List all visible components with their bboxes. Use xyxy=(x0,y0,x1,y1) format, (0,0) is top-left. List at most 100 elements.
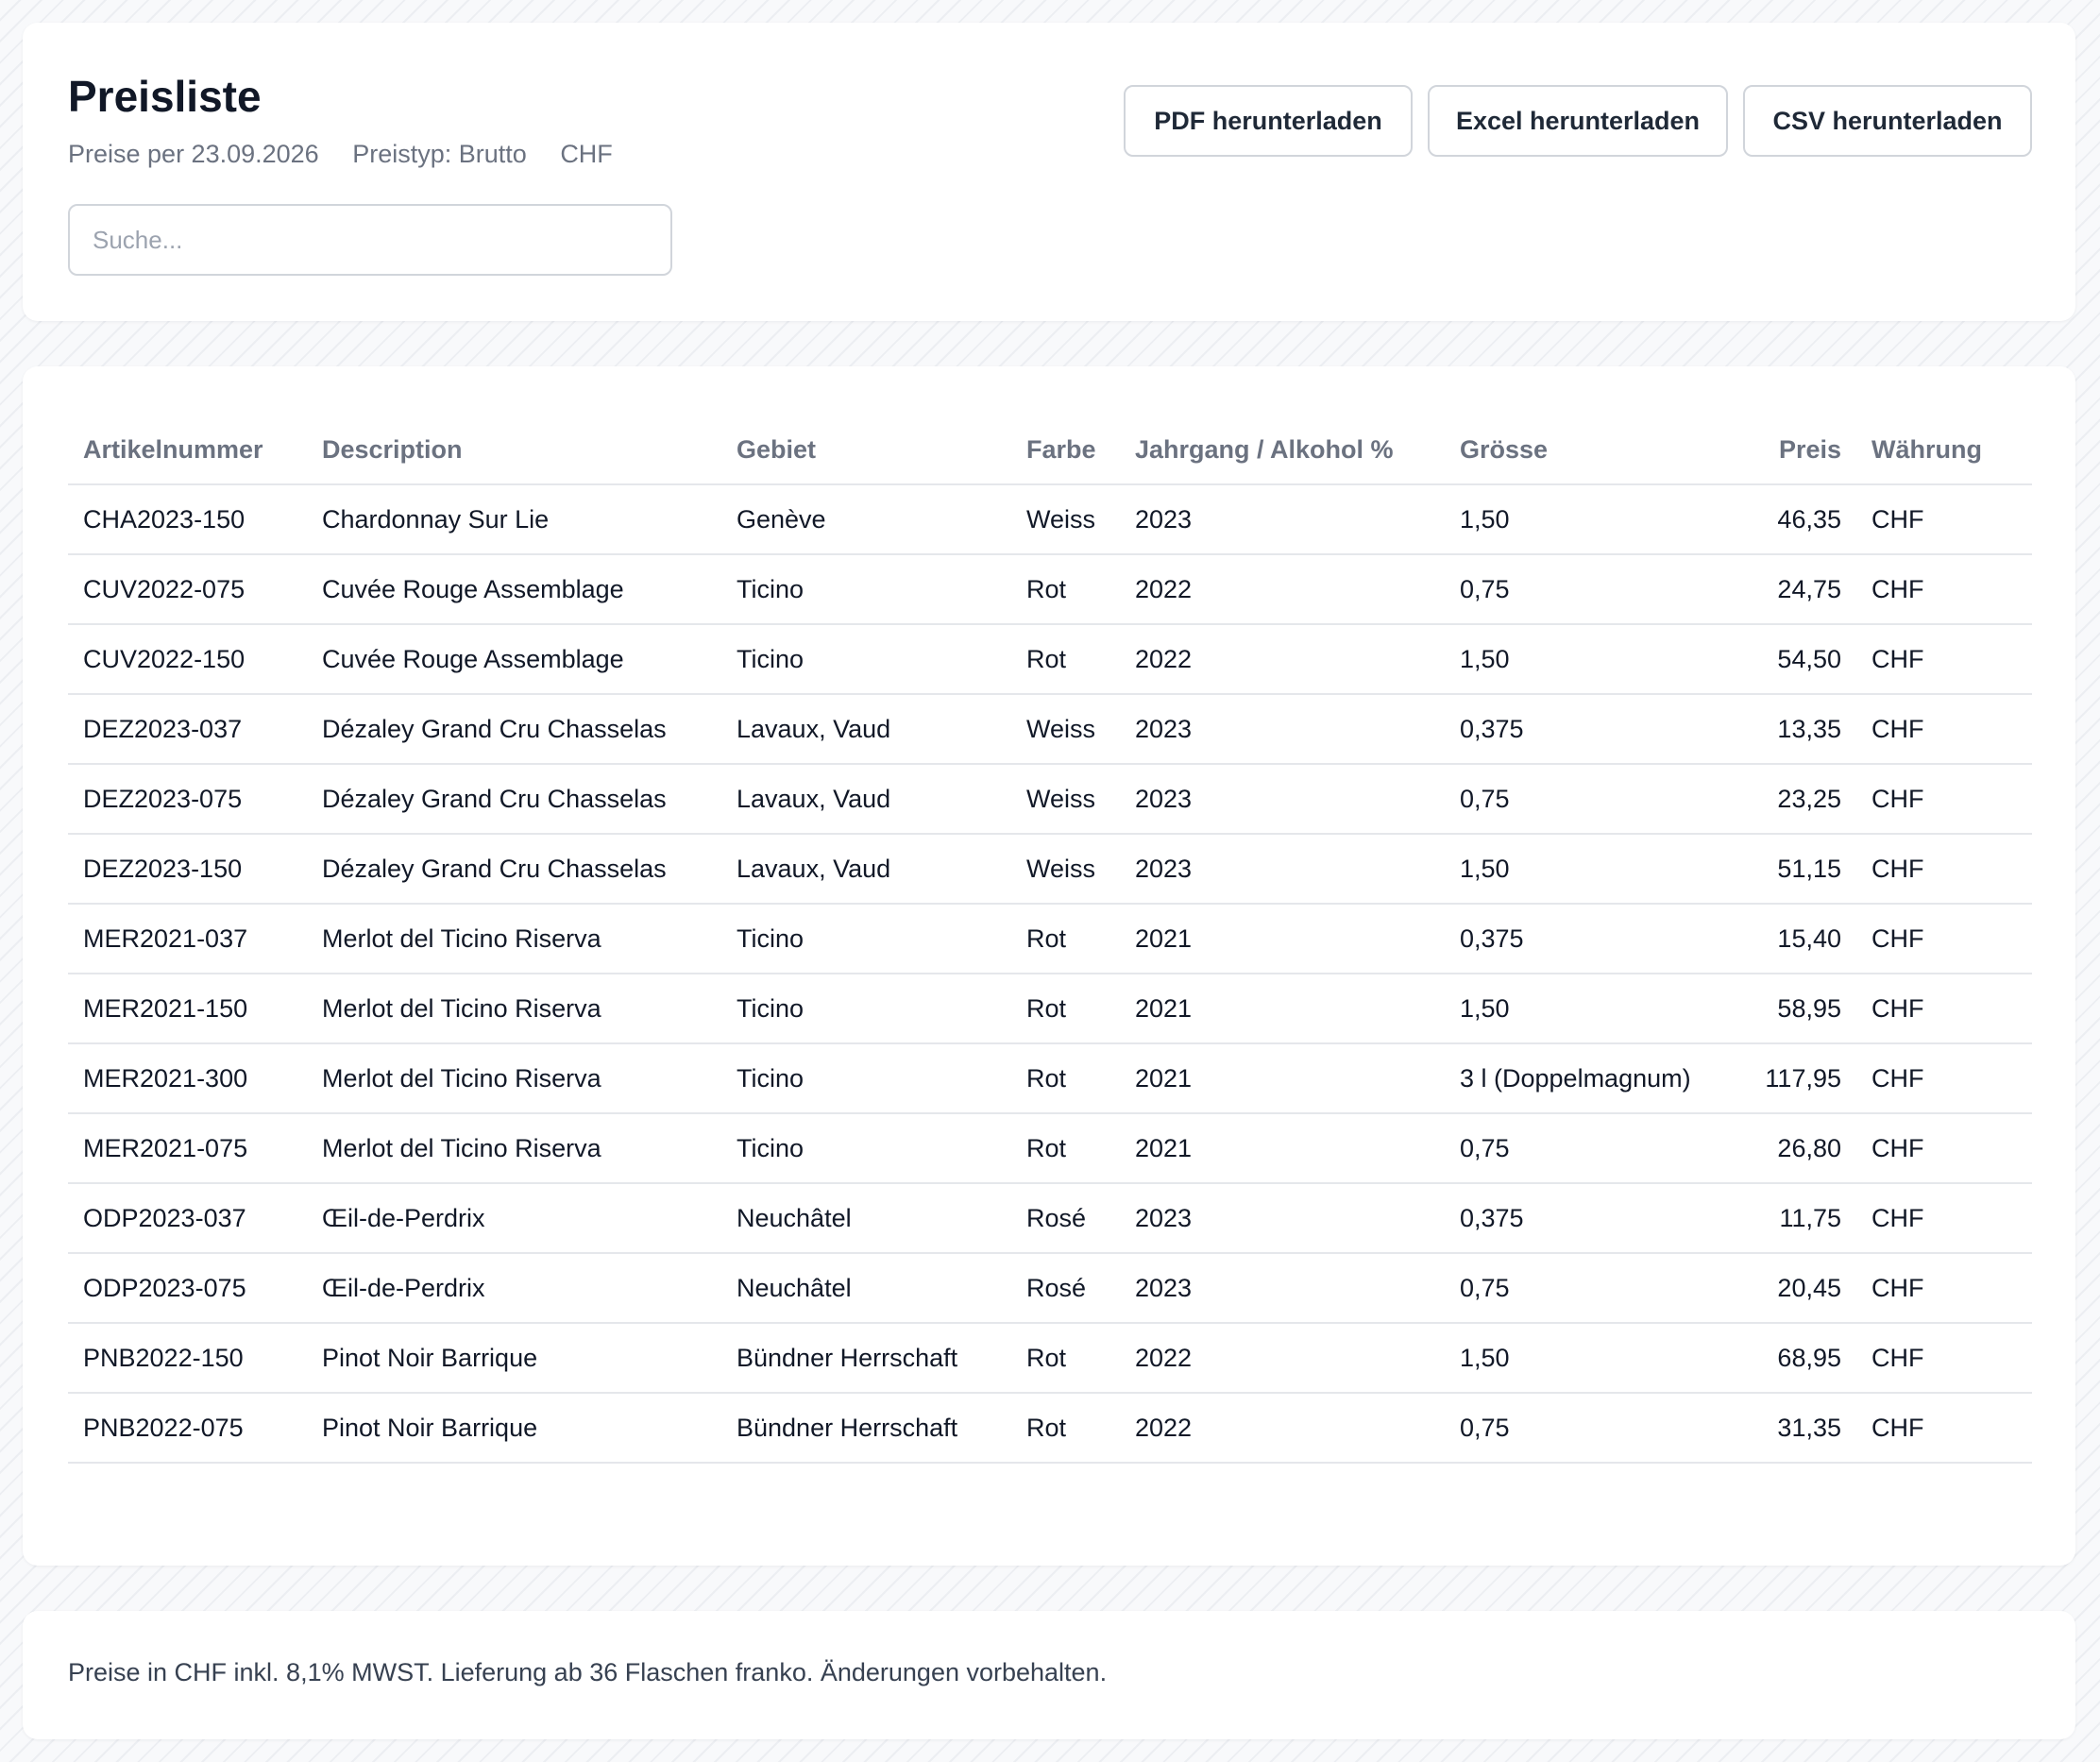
table-row[interactable]: DEZ2023-075 Dézaley Grand Cru Chasselas La… xyxy=(68,764,2032,835)
cell-groesse: 0,75 xyxy=(1445,764,1732,835)
cell-waehrung: CHF xyxy=(1856,1323,2032,1394)
cell-jahrgang: 2021 xyxy=(1120,1043,1445,1114)
column-header-groesse[interactable]: Grösse xyxy=(1445,415,1732,485)
table-row[interactable]: DEZ2023-037 Dézaley Grand Cru Chasselas La… xyxy=(68,694,2032,765)
cell-waehrung: CHF xyxy=(1856,974,2032,1044)
price-type: Preistyp: Brutto xyxy=(352,140,527,168)
table-row[interactable]: MER2021-300 Merlot del Ticino Riserva Tici… xyxy=(68,1043,2032,1114)
column-header-farbe[interactable]: Farbe xyxy=(1011,415,1120,485)
cell-jahrgang: 2023 xyxy=(1120,1253,1445,1324)
cell-jahrgang: 2021 xyxy=(1120,974,1445,1044)
cell-jahrgang: 2022 xyxy=(1120,1323,1445,1394)
table-row[interactable]: CUV2022-150 Cuvée Rouge Assemblage Ticino R… xyxy=(68,624,2032,695)
table-row[interactable]: CHA2023-150 Chardonnay Sur Lie Genève Weiss… xyxy=(68,484,2032,555)
cell-waehrung: CHF xyxy=(1856,834,2032,905)
cell-farbe: Rot xyxy=(1011,1393,1120,1464)
cell-preis: 58,95 xyxy=(1732,974,1856,1044)
column-header-waehrung[interactable]: Währung xyxy=(1856,415,2032,485)
cell-description: Œil-de-Perdrix xyxy=(307,1253,721,1324)
column-header-gebiet[interactable]: Gebiet xyxy=(721,415,1011,485)
column-header-jahrgang[interactable]: Jahrgang / Alkohol % xyxy=(1120,415,1445,485)
cell-gebiet: Neuchâtel xyxy=(721,1183,1011,1254)
table-header-row: Artikelnummer Description Gebiet Farbe J… xyxy=(68,415,2032,485)
page-title: Preisliste xyxy=(68,72,262,121)
cell-farbe: Rosé xyxy=(1011,1253,1120,1324)
pdf-download-button[interactable]: PDF herunterladen xyxy=(1124,85,1413,157)
cell-farbe: Rot xyxy=(1011,624,1120,695)
cell-artikelnummer: MER2021-075 xyxy=(68,1113,307,1184)
cell-artikelnummer: DEZ2023-075 xyxy=(68,764,307,835)
cell-farbe: Rot xyxy=(1011,1323,1120,1394)
cell-description: Œil-de-Perdrix xyxy=(307,1183,721,1254)
table-row[interactable]: MER2021-075 Merlot del Ticino Riserva Tici… xyxy=(68,1113,2032,1184)
cell-farbe: Rot xyxy=(1011,554,1120,625)
excel-download-button[interactable]: Excel herunterladen xyxy=(1428,85,1728,157)
cell-jahrgang: 2022 xyxy=(1120,1393,1445,1464)
cell-groesse: 0,75 xyxy=(1445,1393,1732,1464)
cell-jahrgang: 2021 xyxy=(1120,904,1445,974)
cell-farbe: Rosé xyxy=(1011,1183,1120,1254)
cell-farbe: Rot xyxy=(1011,904,1120,974)
cell-artikelnummer: CUV2022-150 xyxy=(68,624,307,695)
table-row[interactable]: PNB2022-075 Pinot Noir Barrique Bündner He… xyxy=(68,1393,2032,1464)
price-date: Preise per 23.09.2026 xyxy=(68,140,319,168)
price-currency: CHF xyxy=(560,140,613,168)
table-row[interactable]: MER2021-037 Merlot del Ticino Riserva Tici… xyxy=(68,904,2032,974)
cell-artikelnummer: DEZ2023-037 xyxy=(68,694,307,765)
cell-preis: 51,15 xyxy=(1732,834,1856,905)
cell-gebiet: Neuchâtel xyxy=(721,1253,1011,1324)
price-table: Artikelnummer Description Gebiet Farbe J… xyxy=(68,415,2032,1464)
cell-waehrung: CHF xyxy=(1856,1393,2032,1464)
cell-farbe: Weiss xyxy=(1011,764,1120,835)
cell-jahrgang: 2023 xyxy=(1120,484,1445,555)
cell-description: Merlot del Ticino Riserva xyxy=(307,904,721,974)
cell-description: Merlot del Ticino Riserva xyxy=(307,974,721,1044)
footer-card: Preise in CHF inkl. 8,1% MWST. Lieferung… xyxy=(23,1611,2075,1739)
cell-gebiet: Bündner Herrschaft xyxy=(721,1323,1011,1394)
table-row[interactable]: CUV2022-075 Cuvée Rouge Assemblage Ticino R… xyxy=(68,554,2032,625)
cell-groesse: 0,375 xyxy=(1445,694,1732,765)
column-header-preis[interactable]: Preis xyxy=(1732,415,1856,485)
cell-waehrung: CHF xyxy=(1856,1043,2032,1114)
cell-farbe: Weiss xyxy=(1011,484,1120,555)
cell-artikelnummer: ODP2023-075 xyxy=(68,1253,307,1324)
cell-jahrgang: 2023 xyxy=(1120,764,1445,835)
cell-description: Merlot del Ticino Riserva xyxy=(307,1113,721,1184)
cell-preis: 15,40 xyxy=(1732,904,1856,974)
table-row[interactable]: PNB2022-150 Pinot Noir Barrique Bündner He… xyxy=(68,1323,2032,1394)
cell-description: Merlot del Ticino Riserva xyxy=(307,1043,721,1114)
cell-groesse: 0,375 xyxy=(1445,904,1732,974)
cell-description: Dézaley Grand Cru Chasselas xyxy=(307,694,721,765)
cell-gebiet: Ticino xyxy=(721,904,1011,974)
column-header-description[interactable]: Description xyxy=(307,415,721,485)
cell-groesse: 3 l (Doppelmagnum) xyxy=(1445,1043,1732,1114)
cell-farbe: Rot xyxy=(1011,974,1120,1044)
cell-gebiet: Ticino xyxy=(721,1043,1011,1114)
cell-preis: 20,45 xyxy=(1732,1253,1856,1324)
table-row[interactable]: ODP2023-075 Œil-de-Perdrix Neuchâtel Rosé 20… xyxy=(68,1253,2032,1324)
cell-gebiet: Lavaux, Vaud xyxy=(721,834,1011,905)
cell-artikelnummer: CHA2023-150 xyxy=(68,484,307,555)
csv-download-button[interactable]: CSV herunterladen xyxy=(1743,85,2032,157)
cell-artikelnummer: CUV2022-075 xyxy=(68,554,307,625)
table-row[interactable]: MER2021-150 Merlot del Ticino Riserva Tici… xyxy=(68,974,2032,1044)
cell-groesse: 1,50 xyxy=(1445,834,1732,905)
cell-description: Dézaley Grand Cru Chasselas xyxy=(307,834,721,905)
cell-preis: 117,95 xyxy=(1732,1043,1856,1114)
cell-gebiet: Lavaux, Vaud xyxy=(721,694,1011,765)
table-row[interactable]: ODP2023-037 Œil-de-Perdrix Neuchâtel Rosé 20… xyxy=(68,1183,2032,1254)
search-input[interactable] xyxy=(68,204,672,276)
cell-description: Chardonnay Sur Lie xyxy=(307,484,721,555)
cell-farbe: Rot xyxy=(1011,1043,1120,1114)
column-header-artikelnummer[interactable]: Artikelnummer xyxy=(68,415,307,485)
cell-preis: 26,80 xyxy=(1732,1113,1856,1184)
cell-waehrung: CHF xyxy=(1856,1253,2032,1324)
cell-waehrung: CHF xyxy=(1856,624,2032,695)
cell-waehrung: CHF xyxy=(1856,484,2032,555)
cell-description: Cuvée Rouge Assemblage xyxy=(307,554,721,625)
cell-jahrgang: 2023 xyxy=(1120,1183,1445,1254)
cell-jahrgang: 2023 xyxy=(1120,694,1445,765)
table-row[interactable]: DEZ2023-150 Dézaley Grand Cru Chasselas La… xyxy=(68,834,2032,905)
cell-waehrung: CHF xyxy=(1856,904,2032,974)
cell-groesse: 1,50 xyxy=(1445,1323,1732,1394)
